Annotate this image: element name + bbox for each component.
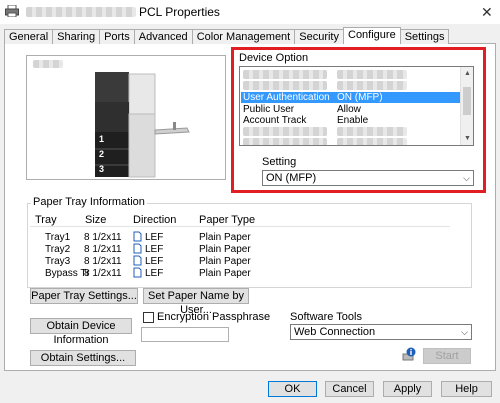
paper-lef-icon	[133, 267, 142, 278]
printer-preview: 1 2 3	[26, 55, 226, 180]
list-item[interactable]	[241, 126, 460, 137]
header-divider	[30, 226, 450, 227]
close-icon[interactable]: ✕	[481, 4, 493, 21]
device-option-list[interactable]: User Authentication ON (MFP) Public User A…	[239, 66, 474, 146]
cancel-button[interactable]: Cancel	[325, 381, 374, 397]
scroll-up-icon[interactable]: ▲	[461, 67, 473, 80]
setting-label: Setting	[262, 156, 297, 168]
encryption-passphrase-input[interactable]	[141, 327, 229, 342]
setting-dropdown[interactable]: ON (MFP) ⌵	[262, 170, 474, 186]
tab-color-management[interactable]: Color Management	[191, 29, 295, 44]
scroll-thumb[interactable]	[463, 87, 471, 115]
info-icon	[402, 347, 416, 361]
list-scrollbar[interactable]: ▲ ▼	[460, 67, 473, 145]
tab-security[interactable]: Security	[294, 29, 343, 44]
column-header-direction: Direction	[133, 214, 177, 226]
tab-sharing[interactable]: Sharing	[52, 29, 100, 44]
encryption-label: Encryption Passphrase	[157, 311, 271, 323]
device-option-label: Device Option	[239, 52, 309, 64]
list-item-public-user[interactable]: Public User Allow	[241, 104, 460, 115]
ok-button[interactable]: OK	[268, 381, 317, 397]
help-button[interactable]: Help	[441, 381, 492, 397]
paper-tray-label: Paper Tray Information	[31, 196, 147, 208]
encryption-checkbox[interactable]	[143, 312, 154, 323]
chevron-down-icon: ⌵	[463, 173, 470, 183]
software-tools-label: Software Tools	[290, 311, 362, 323]
redacted-model-name	[33, 60, 63, 68]
scroll-down-icon[interactable]: ▼	[461, 132, 473, 145]
printer-icon	[5, 5, 19, 17]
list-item[interactable]	[241, 137, 460, 145]
tab-strip: General Sharing Ports Advanced Color Man…	[4, 27, 450, 44]
set-paper-name-button[interactable]: Set Paper Name by User...	[143, 288, 249, 316]
list-item-user-authentication[interactable]: User Authentication ON (MFP)	[241, 92, 460, 103]
tab-ports[interactable]: Ports	[99, 29, 134, 44]
tray-number-3: 3	[99, 164, 105, 174]
tab-settings[interactable]: Settings	[400, 29, 450, 44]
start-button[interactable]: Start	[423, 348, 471, 364]
software-tools-dropdown[interactable]: Web Connection ⌵	[290, 324, 472, 340]
list-item[interactable]	[241, 80, 460, 91]
tab-advanced[interactable]: Advanced	[133, 29, 192, 44]
tab-configure[interactable]: Configure	[343, 27, 401, 44]
redacted-printer-name	[26, 7, 136, 17]
list-item[interactable]	[241, 69, 460, 80]
paper-lef-icon	[133, 231, 142, 242]
tray-number-1: 1	[99, 134, 105, 144]
paper-lef-icon	[133, 255, 142, 266]
paper-lef-icon	[133, 243, 142, 254]
chevron-down-icon: ⌵	[461, 327, 468, 337]
column-header-paper-type: Paper Type	[199, 214, 256, 226]
paper-tray-settings-button[interactable]: Paper Tray Settings...	[30, 288, 138, 304]
list-item-account-track[interactable]: Account Track Enable	[241, 115, 460, 126]
window-title: PCL Properties	[139, 5, 220, 19]
tray-number-2: 2	[99, 149, 105, 159]
obtain-device-info-button[interactable]: Obtain Device Information	[30, 318, 132, 346]
obtain-settings-button[interactable]: Obtain Settings...	[30, 350, 136, 366]
apply-button[interactable]: Apply	[383, 381, 432, 397]
column-header-tray: Tray	[35, 214, 57, 226]
column-header-size: Size	[85, 214, 107, 226]
tab-general[interactable]: General	[4, 29, 53, 44]
